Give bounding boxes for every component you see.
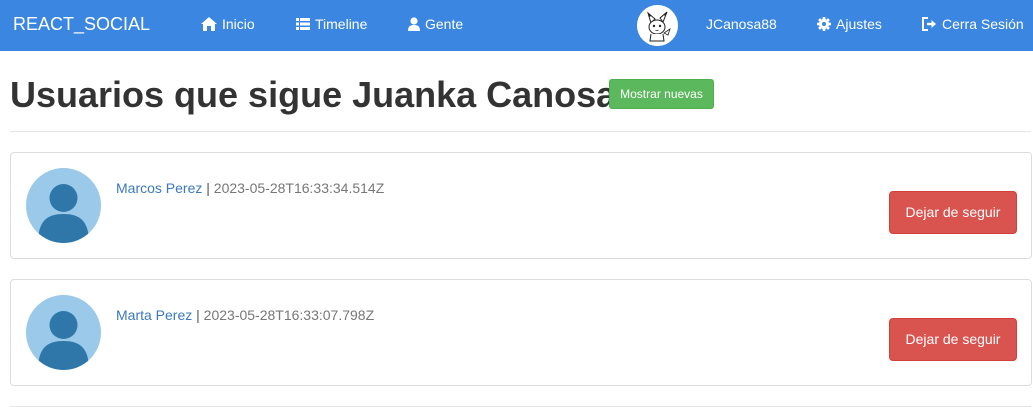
separator: | [202, 180, 214, 196]
user-date: 2023-05-28T16:33:34.514Z [213, 180, 385, 196]
default-user-icon [38, 184, 89, 243]
nav-item-label: Timeline [315, 16, 368, 32]
username-label: JCanosa88 [706, 16, 777, 32]
user-info: Marcos Perez | 2023-05-28T16:33:34.514Z [116, 180, 384, 196]
nav-item-gente[interactable]: Gente [408, 15, 463, 33]
separator: | [192, 307, 204, 323]
gear-icon [817, 17, 831, 31]
list-icon [296, 18, 310, 30]
nav-item-label: Cerra Sesión [942, 16, 1024, 32]
brand-link[interactable]: REACT_SOCIAL [13, 13, 150, 35]
user-info: Marta Perez | 2023-05-28T16:33:07.798Z [116, 307, 374, 323]
user-name-link[interactable]: Marcos Perez [116, 180, 202, 196]
pikachu-avatar[interactable] [637, 5, 678, 46]
show-new-button[interactable]: Mostrar nuevas [609, 79, 714, 109]
default-user-icon [38, 311, 89, 370]
nav-item-label: Gente [425, 16, 464, 32]
divider [10, 131, 1031, 132]
logout-icon [922, 17, 936, 31]
nav-item-label: Inicio [222, 16, 255, 32]
logout-link[interactable]: Cerra Sesión [922, 15, 1024, 33]
user-name-link[interactable]: Marta Perez [116, 307, 192, 323]
user-date: 2023-05-28T16:33:07.798Z [203, 307, 375, 323]
page-title: Usuarios que sigue Juanka Canosa [10, 74, 617, 115]
avatar [26, 295, 101, 370]
unfollow-button[interactable]: Dejar de seguir [889, 318, 1017, 361]
pikachu-avatar-icon [637, 5, 678, 46]
nav-item-inicio[interactable]: Inicio [201, 15, 255, 33]
nav-item-ajustes[interactable]: Ajustes [817, 15, 882, 33]
avatar [26, 168, 101, 243]
unfollow-button[interactable]: Dejar de seguir [889, 191, 1017, 234]
user-card: Marcos Perez | 2023-05-28T16:33:34.514Z … [10, 152, 1032, 259]
home-icon [201, 17, 217, 31]
nav-item-label: Ajustes [836, 16, 882, 32]
user-icon [408, 17, 420, 31]
user-card: Marta Perez | 2023-05-28T16:33:07.798Z D… [10, 279, 1032, 386]
nav-item-timeline[interactable]: Timeline [296, 15, 367, 33]
nav-user-link[interactable]: JCanosa88 [706, 15, 777, 33]
navbar: REACT_SOCIAL Inicio Timeline Gente JCano… [0, 0, 1033, 51]
